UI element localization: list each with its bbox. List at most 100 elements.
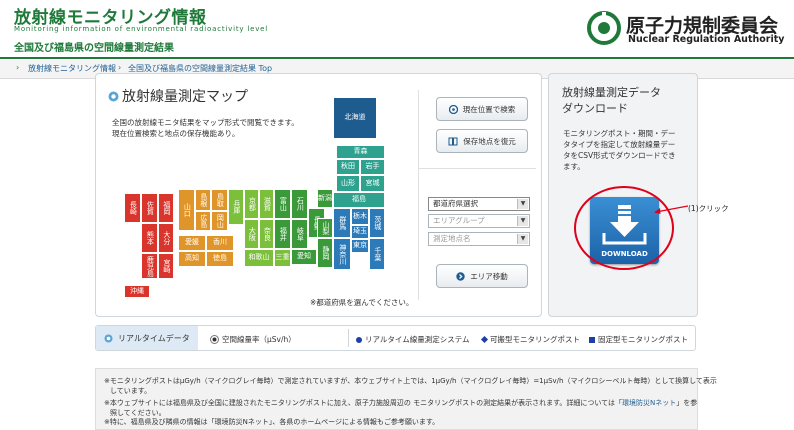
map-panel-title: 放射線量測定マップ (108, 86, 248, 106)
chevron-down-icon: ▼ (517, 216, 528, 226)
download-desc-line1: モニタリングポスト・期間・デー (563, 129, 676, 138)
pref-gunma[interactable]: 群馬 (333, 208, 351, 238)
note-line1: ※モニタリングポストはμGy/h（マイクログレイ毎時）で測定されていますが、本ウ… (104, 377, 717, 385)
dose-rate-option[interactable]: 空間線量率（μSv/h） (210, 334, 296, 345)
legend-fixed-label: 固定型モニタリングポスト (598, 335, 688, 344)
note-line3: ※特に、福島県及び隣県の情報は「環境防災Nネット」、各県のホームページによる情報… (104, 418, 440, 426)
legend-fixed-post: 固定型モニタリングポスト (589, 334, 688, 345)
radio-icon (104, 334, 113, 342)
pref-ibaraki[interactable]: 茨城 (369, 208, 385, 238)
pref-tottori[interactable]: 鳥取 (211, 189, 228, 211)
tab-realtime-data[interactable]: リアルタイムデータ (96, 326, 198, 350)
breadcrumb-arrow-icon: › (118, 63, 122, 72)
pref-fukui[interactable]: 福井 (274, 219, 291, 249)
legend-portable-label: 可搬型モニタリングポスト (490, 335, 580, 344)
pref-aomori[interactable]: 青森 (336, 145, 385, 159)
pref-ehime[interactable]: 愛媛 (178, 235, 206, 251)
pref-gifu[interactable]: 岐阜 (291, 219, 308, 249)
area-move-label: エリア移動 (470, 271, 508, 281)
map-title-text: 放射線量測定マップ (122, 89, 248, 105)
pref-mie[interactable]: 三重 (274, 249, 291, 267)
pref-shizuoka[interactable]: 静岡 (317, 238, 333, 268)
pref-kagoshima[interactable]: 鹿児島 (141, 253, 158, 279)
pref-fukuoka[interactable]: 福岡 (158, 193, 174, 223)
circle-marker-icon (356, 336, 362, 343)
pref-kochi[interactable]: 高知 (178, 251, 206, 267)
annotation-click-label: (1)クリック (688, 204, 729, 213)
bousai-nnet-link[interactable]: 環境防災Nネット (622, 399, 676, 407)
pref-yamagata[interactable]: 山形 (336, 175, 360, 192)
pref-okinawa[interactable]: 沖縄 (124, 285, 150, 298)
controls-vertical-divider (418, 90, 419, 300)
title-bullet-icon (108, 91, 119, 102)
legend-realtime-system-label: リアルタイム線量測定システム (365, 335, 470, 344)
pref-niigata[interactable]: 新潟 (317, 189, 333, 208)
area-move-button[interactable]: エリア移動 (436, 264, 528, 288)
pref-kyoto[interactable]: 京都 (244, 189, 259, 219)
pref-saitama[interactable]: 埼玉 (351, 225, 369, 239)
legend-divider (348, 329, 349, 347)
pref-shimane[interactable]: 島根 (195, 189, 211, 211)
pref-hiroshima[interactable]: 広島 (195, 211, 211, 231)
diamond-marker-icon (480, 335, 489, 344)
pref-kagawa[interactable]: 香川 (206, 235, 234, 251)
annotation-arrow-icon (654, 205, 688, 214)
current-location-search-button[interactable]: 現在位置で検索 (436, 97, 528, 121)
annotation-circle (574, 186, 674, 270)
pref-iwate[interactable]: 岩手 (360, 159, 385, 175)
point-name-select[interactable]: 測定地点名 ▼ (428, 232, 530, 246)
pref-tochigi[interactable]: 栃木 (351, 208, 369, 225)
pref-yamanashi[interactable]: 山梨 (317, 218, 333, 238)
pref-oita[interactable]: 大分 (158, 223, 174, 253)
pref-toyama[interactable]: 富山 (274, 189, 291, 219)
pref-kumamoto[interactable]: 熊本 (141, 223, 158, 253)
pref-shiga[interactable]: 滋賀 (259, 189, 274, 219)
area-group-select-value: エリアグループ (433, 216, 485, 225)
pref-aichi[interactable]: 愛知 (291, 249, 317, 265)
note-line2: ※本ウェブサイトには福島県及び全国に建設されたモニタリングポストに加え、原子力施… (104, 398, 697, 408)
controls-divider (418, 168, 536, 169)
map-description-line2: 現在位置検索と地点の保存機能あり。 (112, 129, 240, 138)
site-subtitle: Monitoring information of environmental … (14, 25, 269, 33)
square-marker-icon (589, 336, 595, 343)
chevron-down-icon: ▼ (517, 234, 528, 244)
pref-ishikawa[interactable]: 石川 (291, 189, 308, 219)
pref-okayama[interactable]: 岡山 (211, 211, 228, 231)
legend-portable-post: 可搬型モニタリングポスト (480, 334, 580, 345)
nra-logo-icon[interactable] (586, 10, 622, 46)
pref-saga[interactable]: 佐賀 (141, 193, 158, 223)
download-title-line1: 放射線量測定データ (562, 86, 661, 99)
prefecture-select-value: 都道府県選択 (433, 199, 478, 208)
note-line1-continued: しています。 (110, 387, 152, 395)
radio-selected-icon (210, 335, 219, 344)
pref-fukushima[interactable]: 福島 (333, 192, 385, 208)
pref-osaka[interactable]: 大阪 (244, 219, 259, 249)
area-group-select[interactable]: エリアグループ ▼ (428, 214, 530, 228)
pref-chiba[interactable]: 千葉 (369, 238, 385, 270)
pref-hyogo[interactable]: 兵庫 (228, 189, 244, 225)
pref-tokushima[interactable]: 徳島 (206, 251, 234, 267)
pref-miyazaki[interactable]: 宮崎 (158, 253, 174, 279)
pref-miyagi[interactable]: 宮城 (360, 175, 385, 192)
pref-wakayama[interactable]: 和歌山 (244, 249, 274, 267)
current-location-label: 現在位置で検索 (462, 104, 516, 114)
pref-akita[interactable]: 秋田 (336, 159, 360, 175)
download-desc-line4: ます。 (563, 162, 585, 171)
pref-hokkaido[interactable]: 北海道 (333, 97, 377, 139)
select-prefecture-note: ※都道府県を選んでください。 (310, 298, 414, 307)
pref-nagasaki[interactable]: 長崎 (124, 193, 141, 223)
pref-yamaguchi[interactable]: 山口 (178, 189, 195, 231)
note-line2-text: ※本ウェブサイトには福島県及び全国に建設されたモニタリングポストに加え、原子力施… (104, 399, 623, 407)
breadcrumb-arrow-icon: › (16, 63, 20, 72)
point-name-select-value: 測定地点名 (433, 234, 471, 243)
pref-nara[interactable]: 奈良 (259, 219, 274, 249)
chevron-down-icon: ▼ (517, 199, 528, 209)
pref-kanagawa[interactable]: 神奈川 (333, 238, 351, 270)
tab-realtime-label: リアルタイムデータ (118, 333, 190, 343)
pref-tokyo[interactable]: 東京 (351, 239, 369, 253)
prefecture-select[interactable]: 都道府県選択 ▼ (428, 197, 530, 211)
org-name-en: Nuclear Regulation Authority (628, 34, 785, 45)
restore-saved-location-button[interactable]: 保存地点を復元 (436, 129, 528, 153)
dose-rate-label: 空間線量率（μSv/h） (222, 335, 296, 344)
map-description-line1: 全国の放射線モニタ結果をマップ形式で閲覧できます。 (112, 118, 299, 127)
